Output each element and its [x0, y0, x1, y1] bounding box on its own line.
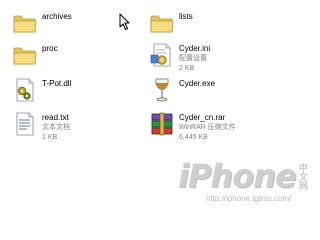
file-size: 1 KB [42, 134, 58, 141]
wine-glass-icon [155, 78, 169, 102]
file-item-cyder-ini[interactable]: Cyder.ini 配置设置 2 KB [149, 41, 210, 74]
watermark-logo-text: iPhone [178, 157, 297, 195]
text-file-icon [16, 112, 34, 136]
file-item-t-pot-dll[interactable]: T-Pot.dll [12, 76, 71, 104]
config-file-icon [150, 43, 171, 67]
file-item-cyder-cn-rar[interactable]: Cyder_cn.rar WinRAR 压缩文件 6,445 KB [149, 110, 236, 143]
file-name: Cyder.exe [179, 79, 216, 88]
file-name: Cyder.ini [179, 44, 211, 53]
file-type: 配置设置 [179, 55, 207, 62]
watermark-url: http://iphone.tgbus.com/ [206, 194, 292, 203]
file-name: T-Pot.dll [42, 79, 72, 88]
folder-icon [13, 47, 37, 65]
folder-icon [150, 15, 174, 33]
file-name: proc [42, 44, 58, 53]
file-item-cyder-exe[interactable]: Cyder.exe [149, 76, 215, 104]
site-watermark: iPhone 中文网 http://iphone.tgbus.com/ [176, 157, 316, 206]
dll-file-icon [16, 78, 34, 102]
mouse-cursor-icon [119, 13, 130, 30]
file-name: read.txt [42, 113, 69, 122]
file-size: 2 KB [179, 65, 195, 72]
file-item-archives[interactable]: archives [12, 9, 72, 37]
file-item-lists[interactable]: lists [149, 9, 193, 37]
watermark-cn-text: 中文网 [298, 163, 308, 190]
file-type: 文本文档 [42, 124, 70, 131]
file-item-proc[interactable]: proc [12, 41, 58, 69]
file-type: WinRAR 压缩文件 [179, 124, 236, 131]
folder-icon [13, 15, 37, 33]
file-name: archives [42, 12, 72, 21]
file-name: lists [179, 12, 193, 21]
rar-archive-icon [151, 112, 173, 136]
file-name: Cyder_cn.rar [179, 113, 226, 122]
file-item-read-txt[interactable]: read.txt 文本文档 1 KB [12, 110, 70, 143]
file-size: 6,445 KB [179, 134, 208, 141]
